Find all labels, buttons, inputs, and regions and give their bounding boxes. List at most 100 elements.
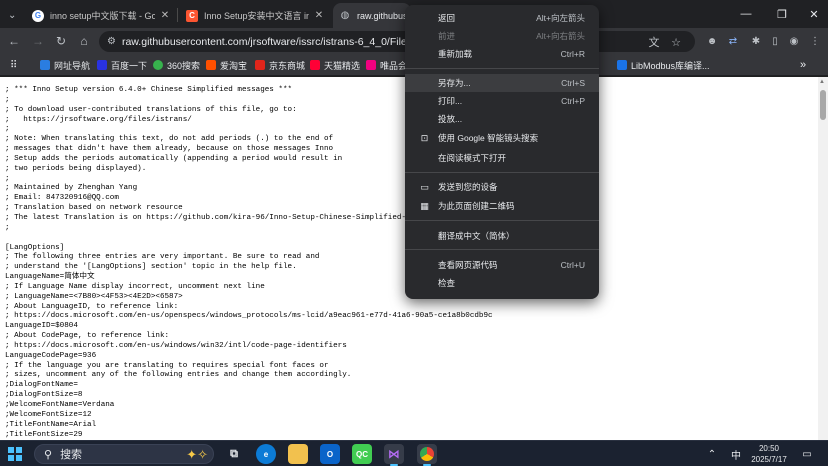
back-icon[interactable]: ← — [4, 31, 24, 51]
menu-item-label: 检查 — [438, 278, 456, 288]
bookmark-item[interactable]: 百度一下 — [97, 58, 147, 72]
menu-item-translate[interactable]: 翻译成中文（简体） — [405, 227, 599, 245]
bookmark-item[interactable]: 360搜索 — [153, 58, 200, 72]
forward-icon[interactable]: → — [28, 31, 48, 51]
tab-title: Inno Setup安装中文语言 inno — [204, 11, 309, 21]
bookmark-favicon-icon — [153, 60, 163, 70]
restore-icon[interactable]: ❐ — [766, 0, 798, 28]
home-icon[interactable]: ⌂ — [74, 31, 94, 51]
bookmark-item[interactable]: 天猫精选 — [310, 58, 360, 72]
menu-item-label: 打印... — [438, 96, 463, 106]
menu-item-label: 翻译成中文（简体） — [438, 231, 515, 241]
tab-csdn[interactable]: C Inno Setup安装中文语言 inno ✕ — [180, 3, 331, 28]
bookmark-favicon-icon — [366, 60, 376, 70]
chevron-down-icon: ⌄ — [8, 10, 17, 21]
bookmark-label: 百度一下 — [111, 60, 148, 71]
qt-creator-icon[interactable]: QC — [352, 444, 372, 464]
menu-item-reading-mode[interactable]: 在阅读模式下打开 — [405, 149, 599, 167]
menu-item-google-lens[interactable]: ⊡ 使用 Google 智能镜头搜索 — [405, 129, 599, 147]
tab-divider — [177, 8, 178, 22]
menu-item-shortcut: Ctrl+U — [560, 260, 585, 270]
minimize-icon[interactable]: — — [730, 0, 762, 28]
chrome-icon[interactable] — [417, 444, 437, 466]
menu-item-label: 使用 Google 智能镜头搜索 — [438, 133, 539, 143]
bookmark-label: 爱淘宝 — [220, 60, 248, 71]
bookmark-favicon-icon — [40, 60, 50, 70]
clock-time: 20:50 — [758, 444, 780, 453]
menu-item-send-to-devices[interactable]: ▭ 发送到您的设备 — [405, 178, 599, 196]
menu-item-cast[interactable]: 投放... — [405, 110, 599, 128]
bookmark-item[interactable]: 唯品会 — [366, 58, 407, 72]
taskbar: ⚲ 搜索 ✦✧ ⧉ e O QC ⋈ ⌃ 中 20:50 2025/7/17 ▭ — [0, 440, 828, 466]
bookmark-item[interactable]: 网址导航 — [40, 58, 90, 72]
task-view-icon[interactable]: ⧉ — [224, 444, 244, 464]
site-info-icon[interactable]: ⚙ — [107, 36, 116, 47]
chrome-logo-icon — [420, 447, 434, 461]
menu-item-qr-code[interactable]: ▦ 为此页面创建二维码 — [405, 197, 599, 215]
menu-kebab-icon[interactable]: ⋮ — [806, 32, 824, 50]
globe-icon: ◍ — [340, 10, 350, 21]
windows-start-icon[interactable] — [8, 447, 22, 461]
file-explorer-icon[interactable] — [288, 444, 308, 464]
menu-item-back[interactable]: 返回 Alt+向左箭头 — [405, 9, 599, 27]
apps-icon[interactable]: ⠿ — [10, 58, 17, 72]
vertical-scrollbar[interactable]: ▲ — [818, 77, 828, 440]
close-icon[interactable]: ✕ — [313, 10, 325, 21]
bookmark-item[interactable]: 京东商城 — [255, 58, 305, 72]
sidepanel-icon[interactable]: ▯ — [766, 32, 784, 50]
tray-overflow-icon[interactable]: ⌃ — [706, 447, 718, 461]
address-bar[interactable]: ⚙ raw.githubusercontent.com/jrsoftware/i… — [99, 31, 695, 52]
tab-search-button[interactable]: ⌄ — [0, 3, 26, 28]
menu-item-inspect[interactable]: 检查 — [405, 274, 599, 292]
menu-item-shortcut: Alt+向右箭头 — [536, 31, 585, 41]
menu-item-save-as[interactable]: 另存为... Ctrl+S — [405, 74, 599, 92]
visual-studio-icon[interactable]: ⋈ — [384, 444, 404, 466]
menu-item-shortcut: Ctrl+R — [560, 49, 585, 59]
tab-google-search[interactable]: G inno setup中文版下载 - Googl ✕ — [26, 3, 177, 28]
bookmark-label: 唯品会 — [380, 60, 408, 71]
scroll-up-icon[interactable]: ▲ — [819, 79, 825, 85]
clock[interactable]: 20:50 2025/7/17 — [745, 443, 793, 465]
bookmark-star-icon[interactable]: ☆ — [667, 33, 685, 51]
edge-icon[interactable]: e — [256, 444, 276, 464]
close-window-icon[interactable]: ✕ — [798, 0, 828, 28]
bookmark-favicon-icon — [97, 60, 107, 70]
bookmark-item[interactable]: 爱淘宝 — [206, 58, 247, 72]
taskbar-search[interactable]: ⚲ 搜索 ✦✧ — [34, 444, 214, 464]
menu-item-view-source[interactable]: 查看网页源代码 Ctrl+U — [405, 256, 599, 274]
menu-item-label: 前进 — [438, 31, 456, 41]
menu-item-label: 重新加载 — [438, 49, 473, 59]
menu-item-label: 发送到您的设备 — [438, 182, 498, 192]
menu-separator — [405, 68, 599, 69]
google-icon: G — [32, 9, 44, 22]
extension-avatar-icon[interactable]: ☻ — [703, 32, 721, 50]
menu-item-shortcut: Alt+向左箭头 — [536, 13, 585, 23]
extensions-icon[interactable]: ✱ — [747, 32, 765, 50]
menu-item-shortcut: Ctrl+P — [561, 96, 585, 106]
csdn-icon: C — [186, 9, 198, 22]
menu-item-print[interactable]: 打印... Ctrl+P — [405, 92, 599, 110]
menu-item-reload[interactable]: 重新加载 Ctrl+R — [405, 45, 599, 63]
close-icon[interactable]: ✕ — [159, 10, 171, 21]
bookmark-favicon-icon — [617, 60, 627, 70]
profile-icon[interactable]: ◉ — [785, 32, 803, 50]
tab-raw-github[interactable]: ◍ raw.githubus — [333, 3, 411, 28]
reload-icon[interactable]: ↻ — [51, 31, 71, 51]
bookmark-label: 360搜索 — [167, 60, 201, 71]
menu-item-forward[interactable]: 前进 Alt+向右箭头 — [405, 27, 599, 45]
lens-icon: ⊡ — [420, 132, 429, 143]
menu-separator — [405, 220, 599, 221]
bookmark-item[interactable]: LibModbus库编译... — [617, 58, 710, 72]
scroll-thumb[interactable] — [820, 90, 826, 120]
outlook-icon[interactable]: O — [320, 444, 340, 464]
input-language[interactable]: 中 — [728, 447, 744, 462]
translate-extension-icon[interactable]: ⇄ — [724, 32, 742, 50]
notifications-icon[interactable]: ▭ — [800, 447, 814, 461]
bookmarks-overflow-icon[interactable]: » — [800, 58, 806, 72]
url-text: raw.githubusercontent.com/jrsoftware/iss… — [121, 35, 421, 48]
translate-icon[interactable]: 文 — [645, 33, 663, 51]
menu-separator — [405, 249, 599, 250]
menu-item-label: 为此页面创建二维码 — [438, 201, 515, 211]
vs-glyph-icon: ⋈ — [388, 447, 400, 461]
menu-item-label: 在阅读模式下打开 — [438, 153, 507, 163]
